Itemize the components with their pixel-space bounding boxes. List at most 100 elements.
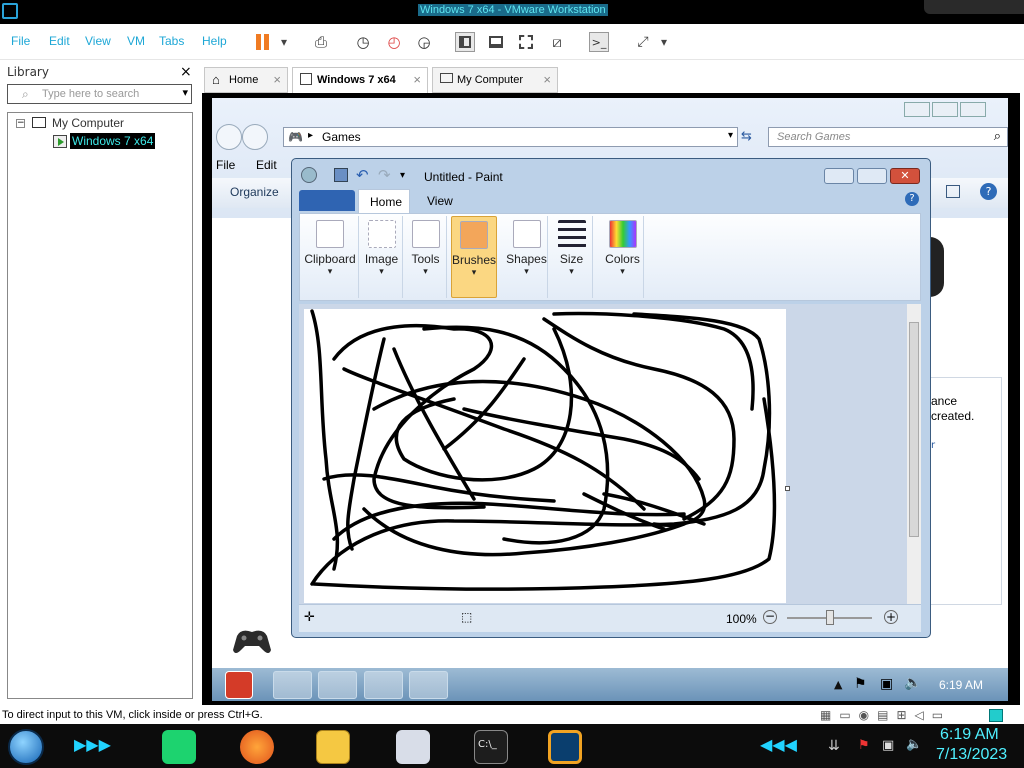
close-button[interactable]: ✕	[890, 168, 920, 184]
send-ctrl-alt-del-icon[interactable]: ⎙	[311, 32, 331, 52]
revert-snapshot-icon[interactable]: ◴	[384, 32, 404, 52]
tab-home[interactable]: Home	[358, 189, 410, 214]
ribbon-group-image[interactable]: Image ▾	[361, 216, 403, 298]
computer-icon	[32, 117, 46, 128]
details-text-2: created.	[931, 409, 975, 423]
scribble-drawing	[310, 309, 777, 591]
tree-item-windows-7[interactable]: Windows 7 x64	[70, 133, 156, 149]
start-button[interactable]	[225, 671, 253, 699]
vmware-logo-icon	[2, 3, 18, 19]
tree-item-my-computer[interactable]: My Computer	[52, 116, 124, 130]
tab-my-computer[interactable]: My Computer ×	[432, 67, 558, 93]
refresh-icon[interactable]: ⇆	[741, 129, 752, 144]
help-icon[interactable]: ?	[980, 183, 997, 200]
unity-icon[interactable]: ⧄	[547, 32, 567, 52]
volume-icon[interactable]: 🔈	[904, 675, 921, 691]
zoom-slider-thumb[interactable]	[826, 610, 834, 625]
pause-dropdown-icon[interactable]: ▾	[274, 32, 294, 52]
explorer-menu-edit[interactable]: Edit	[256, 158, 277, 172]
message-log-icon[interactable]	[989, 709, 1003, 722]
vmware-taskbar-icon[interactable]	[548, 730, 582, 764]
preview-pane-icon[interactable]	[946, 185, 960, 198]
console-view-icon[interactable]: >_	[589, 32, 609, 52]
redo-icon[interactable]: ↷	[378, 166, 391, 184]
ribbon-group-tools[interactable]: Tools ▾	[405, 216, 447, 298]
explorer-address-bar[interactable]: 🎮 ▸ Games ▾	[283, 127, 738, 147]
pause-button[interactable]	[252, 32, 272, 52]
device-status-icons[interactable]: ▦▭◉▤⊞◁▭	[820, 708, 990, 724]
chevron-up-icon[interactable]: ▲	[834, 678, 842, 691]
library-search-input[interactable]: ⌕ Type here to search ▾	[7, 84, 192, 104]
explorer-window-controls[interactable]	[904, 102, 994, 118]
stretch-guest-icon[interactable]: ⤢	[633, 32, 653, 52]
file-explorer-icon[interactable]	[316, 730, 350, 764]
close-icon[interactable]: ×	[273, 72, 281, 87]
task-manager-icon[interactable]	[396, 730, 430, 764]
start-orb-icon[interactable]	[8, 729, 44, 765]
host-clock-time[interactable]: 6:19 AM	[940, 726, 999, 744]
back-button[interactable]	[216, 124, 242, 150]
canvas-resize-handle[interactable]	[785, 486, 790, 491]
security-alert-icon[interactable]: ⚑	[858, 738, 870, 753]
window-controls[interactable]	[924, 0, 1024, 14]
ribbon-group-clipboard[interactable]: Clipboard ▾	[302, 216, 359, 298]
menu-view[interactable]: View	[85, 34, 111, 48]
help-icon[interactable]: ?	[905, 192, 919, 206]
organize-button[interactable]: Organize	[230, 185, 279, 199]
network-icon[interactable]: ▣	[882, 738, 894, 753]
undo-icon[interactable]: ↶	[356, 166, 369, 184]
taskbar-cmd-icon[interactable]	[273, 671, 312, 699]
tree-expander[interactable]: −	[16, 119, 25, 128]
zoom-out-button[interactable]: −	[763, 610, 777, 624]
maximize-button[interactable]	[857, 168, 887, 184]
paint-menu-button[interactable]	[299, 190, 355, 211]
close-icon[interactable]: ×	[413, 72, 421, 87]
flag-icon[interactable]: ⚑	[854, 676, 867, 692]
chevron-down-icon[interactable]: ▾	[182, 86, 188, 99]
close-icon[interactable]: ×	[543, 72, 551, 87]
spotify-icon[interactable]	[162, 730, 196, 764]
snapshot-icon[interactable]: ◷	[353, 32, 373, 52]
snapshot-manager-icon[interactable]: ◶	[414, 32, 434, 52]
thumbnail-bar-icon[interactable]	[486, 32, 506, 52]
ribbon-group-shapes[interactable]: Shapes ▾	[506, 216, 548, 298]
menu-vm[interactable]: VM	[127, 34, 145, 48]
ribbon-group-size[interactable]: Size ▾	[551, 216, 593, 298]
tab-view[interactable]: View	[427, 194, 453, 208]
save-icon[interactable]	[334, 168, 348, 182]
zoom-in-button[interactable]: +	[884, 610, 898, 624]
network-icon[interactable]: ▣	[880, 676, 893, 692]
menu-file[interactable]: File	[11, 34, 30, 48]
vertical-scrollbar[interactable]	[907, 304, 921, 604]
taskbar-media-player-icon[interactable]	[318, 671, 357, 699]
chevron-down-icon[interactable]: ▾	[728, 130, 733, 141]
guest-clock[interactable]: 6:19 AM	[939, 678, 983, 692]
scrollbar-thumb[interactable]	[909, 322, 919, 537]
explorer-search-input[interactable]: Search Games ⌕	[768, 127, 1008, 147]
quick-access-dropdown-icon[interactable]: ▾	[400, 170, 405, 181]
terminal-icon[interactable]: C:\_	[474, 730, 508, 764]
home-icon: ⌂	[212, 72, 220, 87]
forward-button[interactable]	[242, 124, 268, 150]
show-library-icon[interactable]	[455, 32, 475, 52]
volume-icon[interactable]: 🔈	[906, 737, 922, 752]
tray-overflow-icon[interactable]: ⇊	[828, 738, 840, 754]
minimize-button[interactable]	[824, 168, 854, 184]
menu-edit[interactable]: Edit	[49, 34, 70, 48]
host-clock-date[interactable]: 7/13/2023	[936, 746, 1007, 764]
drawing-canvas[interactable]	[304, 309, 786, 603]
taskbar-explorer-icon[interactable]	[364, 671, 403, 699]
tab-home[interactable]: ⌂ Home ×	[204, 67, 288, 93]
stretch-dropdown-icon[interactable]: ▾	[654, 32, 674, 52]
menu-help[interactable]: Help	[202, 34, 227, 48]
tab-windows-7[interactable]: Windows 7 x64 ×	[292, 67, 428, 94]
library-tree: − My Computer Windows 7 x64	[7, 112, 193, 699]
menu-tabs[interactable]: Tabs	[159, 34, 184, 48]
fullscreen-icon[interactable]	[516, 32, 536, 52]
ribbon-group-colors[interactable]: Colors ▾	[602, 216, 644, 298]
library-close-button[interactable]: ×	[180, 64, 192, 80]
explorer-menu-file[interactable]: File	[216, 158, 235, 172]
ribbon-group-brushes[interactable]: Brushes ▾	[451, 216, 497, 298]
firefox-icon[interactable]	[240, 730, 274, 764]
taskbar-paint-icon[interactable]	[409, 671, 448, 699]
